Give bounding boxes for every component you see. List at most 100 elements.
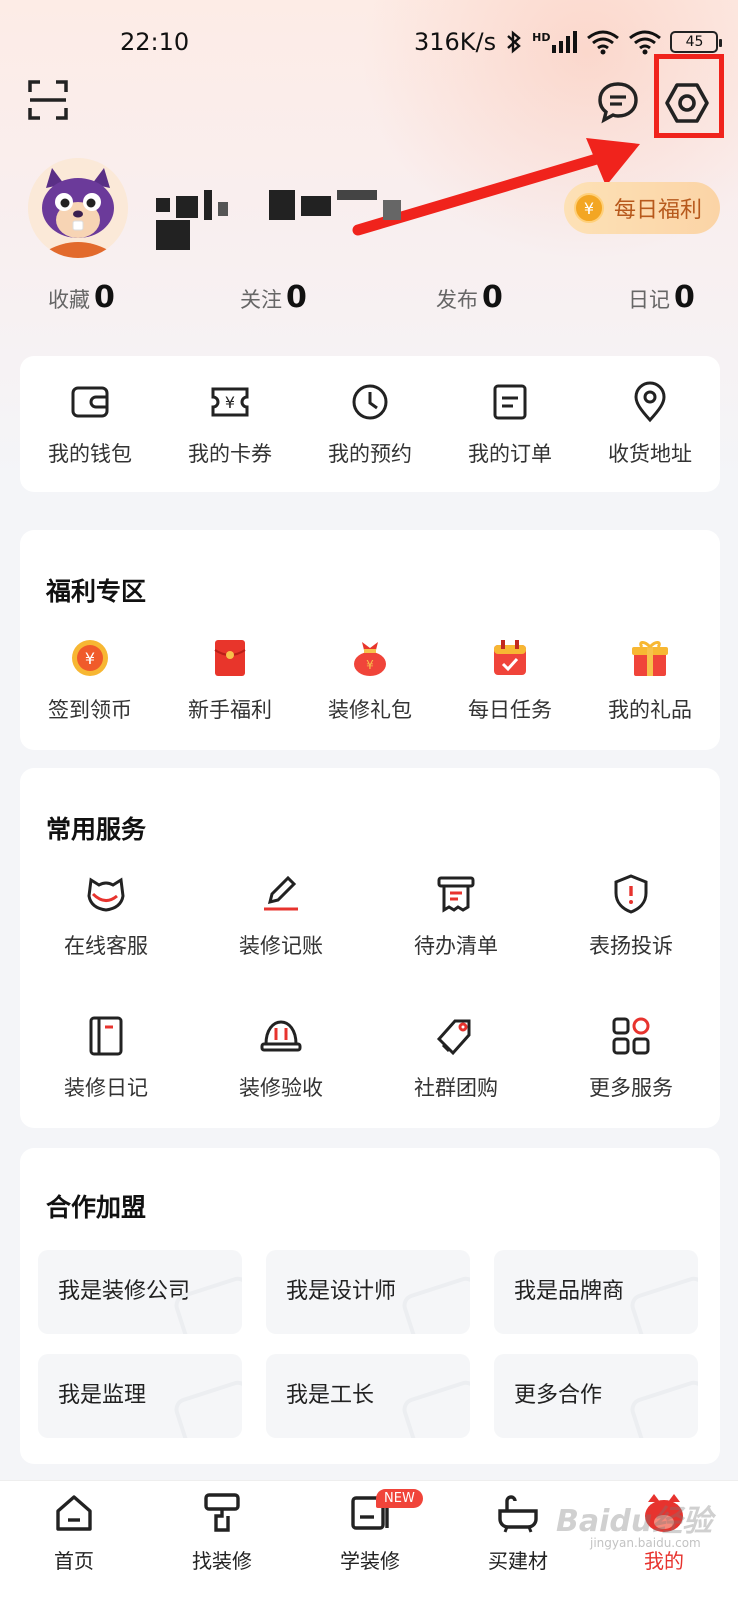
service-todo-list[interactable]: 待办清单 [386,872,526,960]
location-icon [634,381,666,423]
profile-stats: 收藏 0 关注 0 发布 0 日记 0 [0,280,738,330]
welfare-label: 装修礼包 [328,698,412,722]
notebook-icon [89,1016,123,1056]
services-card: 常用服务 在线客服 装修记账 待办清单 表扬投诉 装修日记 装修验收 社群团购 [20,768,720,1128]
quick-menu-appointments[interactable]: 我的预约 [300,380,440,468]
svg-text:¥: ¥ [366,658,374,672]
network-speed: 316K/s [414,28,497,56]
scan-icon [28,80,68,120]
service-more[interactable]: 更多服务 [561,1014,701,1102]
welfare-daily-task[interactable]: 每日任务 [440,636,580,724]
nav-learn-decor[interactable]: NEW 学装修 [310,1489,430,1574]
service-group-buy[interactable]: 社群团购 [386,1014,526,1102]
stat-label: 发布 [436,288,478,312]
service-expense-log[interactable]: 装修记账 [211,872,351,960]
welfare-label: 新手福利 [188,698,272,722]
welfare-my-gifts[interactable]: 我的礼品 [580,636,720,724]
cooperation-card: 合作加盟 我是装修公司 我是设计师 我是品牌商 我是监理 我是工长 更多合作 [20,1148,720,1464]
paint-roller-icon [204,1493,240,1532]
cellular-signal-icon: HD [532,31,578,53]
coin-icon: ¥ [574,193,604,223]
wifi-icon-secondary [629,30,662,55]
quick-menu-orders[interactable]: 我的订单 [440,380,580,468]
service-label: 表扬投诉 [589,934,673,958]
welfare-label: 我的礼品 [608,698,692,722]
coin-icon: ¥ [72,640,108,676]
stat-following[interactable]: 关注 0 [240,280,307,315]
status-bar: 22:10 316K/s HD 45 [0,22,738,62]
service-label: 更多服务 [589,1076,673,1100]
mascot-avatar-icon [28,158,128,258]
status-indicators: 316K/s HD 45 [414,28,723,56]
quick-menu-address[interactable]: 收货地址 [580,380,720,468]
quick-menu-label: 收货地址 [608,442,692,466]
stat-favorites[interactable]: 收藏 0 [48,280,115,315]
nav-label: 学装修 [340,1549,400,1573]
bathtub-icon [498,1495,538,1533]
quick-menu-label: 我的卡券 [188,442,272,466]
scan-button[interactable] [28,80,68,120]
welfare-decor-pack[interactable]: ¥ 装修礼包 [300,636,440,724]
baidu-watermark-url: jingyan.baidu.com [590,1536,701,1550]
coop-brand[interactable]: 我是品牌商 [494,1250,698,1334]
service-decor-diary[interactable]: 装修日记 [36,1014,176,1102]
services-title: 常用服务 [46,815,147,844]
welfare-card: 福利专区 ¥ 签到领币 新手福利 ¥ 装修礼包 每日任务 我的礼品 [20,530,720,750]
customer-service-icon [87,877,125,912]
message-icon [598,82,638,124]
coop-foreman[interactable]: 我是工长 [266,1354,470,1438]
message-button[interactable] [596,80,640,124]
quick-menu-coupons[interactable]: ¥ 我的卡券 [160,380,300,468]
stat-label: 收藏 [48,288,90,312]
nav-find-decor[interactable]: 找装修 [162,1491,282,1574]
coop-decor-company[interactable]: 我是装修公司 [38,1250,242,1334]
home-icon [56,1495,92,1531]
avatar[interactable] [28,158,128,258]
welfare-label: 签到领币 [48,698,132,722]
cooperation-title: 合作加盟 [46,1193,147,1222]
bluetooth-icon [507,30,521,54]
service-feedback[interactable]: 表扬投诉 [561,872,701,960]
welfare-newbie[interactable]: 新手福利 [160,636,300,724]
quick-menu-label: 我的预约 [328,442,412,466]
welfare-checkin[interactable]: ¥ 签到领币 [20,636,160,724]
stat-diary[interactable]: 日记 0 [628,280,695,315]
welfare-label: 每日任务 [468,698,552,722]
welfare-title: 福利专区 [46,577,147,606]
coupon-icon: ¥ [211,387,249,417]
quick-menu-wallet[interactable]: 我的钱包 [20,380,160,468]
coop-supervisor[interactable]: 我是监理 [38,1354,242,1438]
svg-text:¥: ¥ [85,649,95,668]
nav-home[interactable]: 首页 [14,1491,134,1574]
red-envelope-icon [214,640,246,676]
order-icon [493,384,527,420]
stat-value: 0 [94,280,115,315]
service-label: 装修日记 [64,1076,148,1100]
nav-label: 找装修 [192,1549,252,1573]
service-label: 装修记账 [239,934,323,958]
stat-posts[interactable]: 发布 0 [436,280,503,315]
helmet-icon [260,1020,302,1052]
service-label: 社群团购 [414,1076,498,1100]
coop-more[interactable]: 更多合作 [494,1354,698,1438]
daily-benefit-button[interactable]: ¥ 每日福利 [564,182,720,234]
calendar-check-icon [494,640,526,675]
daily-benefit-label: 每日福利 [614,198,703,223]
highlight-annotation-box [654,54,724,138]
gift-bag-icon: ¥ [354,642,386,676]
service-label: 在线客服 [64,934,148,958]
service-inspection[interactable]: 装修验收 [211,1014,351,1102]
wallet-icon [71,386,109,418]
tag-icon [436,1019,471,1056]
battery-indicator: 45 [670,31,723,53]
stat-value: 0 [674,280,695,315]
network-type-label: HD [532,31,551,44]
pen-icon [264,875,298,911]
service-online-support[interactable]: 在线客服 [36,872,176,960]
quick-menu-card: 我的钱包 ¥ 我的卡券 我的预约 我的订单 收货地址 [20,356,720,492]
quick-menu-label: 我的钱包 [48,442,132,466]
coop-designer[interactable]: 我是设计师 [266,1250,470,1334]
stat-label: 关注 [240,288,282,312]
status-time: 22:10 [120,28,190,56]
username-redacted-mosaic [156,190,436,250]
